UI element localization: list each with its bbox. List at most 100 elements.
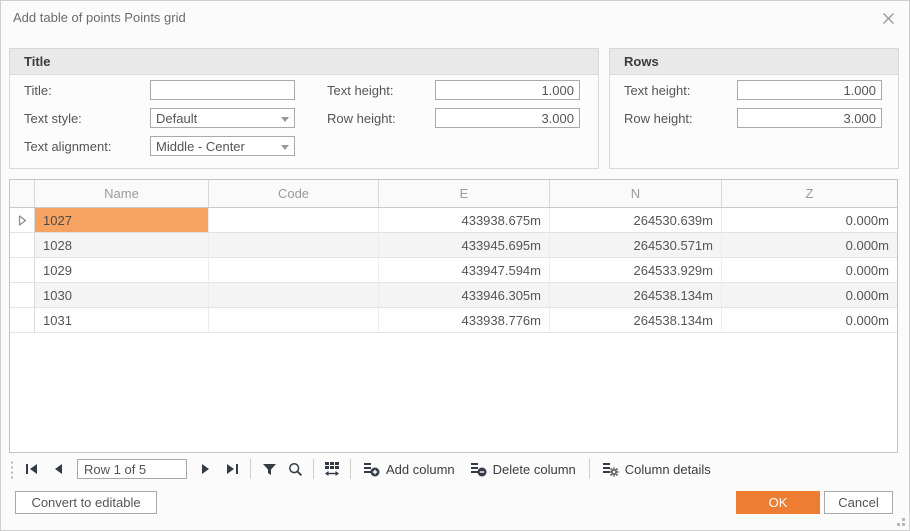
rows-row-height-input[interactable] xyxy=(737,108,882,128)
grid-navigator-toolbar: Add column Delete column Column details xyxy=(9,456,719,482)
dialog-add-table-of-points: { "window": { "title": "Add table of poi… xyxy=(0,0,910,531)
row-indicator-arrow-icon[interactable] xyxy=(10,208,35,233)
title-groupbox: Title Title: Text style: Default Text al… xyxy=(9,48,599,169)
column-details-button[interactable]: Column details xyxy=(595,458,719,480)
rows-group-header: Rows xyxy=(610,49,898,75)
title-label: Title: xyxy=(24,83,150,98)
text-style-dropdown[interactable]: Default xyxy=(150,108,295,128)
title-input[interactable] xyxy=(150,80,295,100)
title-text-height-input[interactable] xyxy=(435,80,580,100)
column-plus-icon xyxy=(364,462,380,477)
convert-to-editable-button[interactable]: Convert to editable xyxy=(15,491,157,514)
title-row-height-input[interactable] xyxy=(435,108,580,128)
grid-cell-e[interactable]: 433947.594m xyxy=(379,258,550,283)
search-icon[interactable] xyxy=(282,458,308,480)
grid-cell-code[interactable] xyxy=(209,283,379,308)
record-position-input[interactable] xyxy=(77,459,187,479)
grid-row-selector-cell[interactable] xyxy=(10,283,35,308)
resize-grip-icon[interactable] xyxy=(892,513,906,527)
points-grid: NameCodeENZ 1027433938.675m264530.639m0.… xyxy=(9,179,898,453)
filter-funnel-icon[interactable] xyxy=(256,458,282,480)
rows-text-height-label: Text height: xyxy=(624,83,737,98)
add-column-label: Add column xyxy=(386,462,455,477)
grid-cell-z[interactable]: 0.000m xyxy=(722,258,897,283)
grid-cell-z[interactable]: 0.000m xyxy=(722,308,897,333)
grid-row: 1031 433938.776m264538.134m0.000m xyxy=(10,308,897,333)
grid-cell-name[interactable]: 1029 xyxy=(35,258,209,283)
text-alignment-label: Text alignment: xyxy=(24,139,150,154)
grid-cell-e[interactable]: 433938.776m xyxy=(379,308,550,333)
chevron-down-icon xyxy=(281,117,289,122)
toolbar-separator xyxy=(589,459,590,479)
grid-cell-code[interactable] xyxy=(209,208,379,233)
window-title: Add table of points Points grid xyxy=(13,10,186,25)
grid-header-cell-e[interactable]: E xyxy=(379,180,550,207)
grid-row: 1028 433945.695m264530.571m0.000m xyxy=(10,233,897,258)
rows-groupbox: Rows Text height: Row height: xyxy=(609,48,899,169)
text-style-value: Default xyxy=(156,111,197,126)
grid-cell-e[interactable]: 433945.695m xyxy=(379,233,550,258)
grid-cell-n[interactable]: 264530.571m xyxy=(550,233,722,258)
text-alignment-dropdown[interactable]: Middle - Center xyxy=(150,136,295,156)
grid-cell-z[interactable]: 0.000m xyxy=(722,208,897,233)
best-fit-columns-icon[interactable] xyxy=(319,458,345,480)
last-record-icon[interactable] xyxy=(219,458,245,480)
grid-row-selector-cell[interactable] xyxy=(10,308,35,333)
grid-cell-code[interactable] xyxy=(209,258,379,283)
grid-cell-e[interactable]: 433946.305m xyxy=(379,283,550,308)
toolbar-separator xyxy=(350,459,351,479)
grid-cell-z[interactable]: 0.000m xyxy=(722,233,897,258)
grid-cell-n[interactable]: 264533.929m xyxy=(550,258,722,283)
grid-header-cell-n[interactable]: N xyxy=(550,180,722,207)
toolbar-separator xyxy=(313,459,314,479)
chevron-down-icon xyxy=(281,145,289,150)
add-column-button[interactable]: Add column xyxy=(356,458,463,480)
grid-cell-name[interactable]: 1027 xyxy=(35,208,209,233)
grid-cell-n[interactable]: 264530.639m xyxy=(550,208,722,233)
delete-column-label: Delete column xyxy=(493,462,576,477)
grid-cell-name[interactable]: 1030 xyxy=(35,283,209,308)
close-icon[interactable] xyxy=(879,9,897,27)
previous-record-icon[interactable] xyxy=(45,458,71,480)
column-minus-icon xyxy=(471,462,487,477)
grid-cell-z[interactable]: 0.000m xyxy=(722,283,897,308)
grid-header-cell-name[interactable]: Name xyxy=(35,180,209,207)
grid-cell-e[interactable]: 433938.675m xyxy=(379,208,550,233)
grid-cell-n[interactable]: 264538.134m xyxy=(550,308,722,333)
next-record-icon[interactable] xyxy=(193,458,219,480)
grid-cell-code[interactable] xyxy=(209,233,379,258)
cancel-label: Cancel xyxy=(838,495,878,510)
grid-header-row: NameCodeENZ xyxy=(10,180,897,208)
window-titlebar: Add table of points Points grid xyxy=(1,1,909,35)
text-style-label: Text style: xyxy=(24,111,150,126)
toolbar-separator xyxy=(250,459,251,479)
column-details-label: Column details xyxy=(625,462,711,477)
ok-label: OK xyxy=(769,495,788,510)
grid-header-selector-cell[interactable] xyxy=(10,180,35,207)
grid-header-cell-z[interactable]: Z xyxy=(722,180,897,207)
grid-cell-code[interactable] xyxy=(209,308,379,333)
grid-row: 1029 433947.594m264533.929m0.000m xyxy=(10,258,897,283)
grid-cell-name[interactable]: 1031 xyxy=(35,308,209,333)
toolbar-drag-handle-icon[interactable] xyxy=(9,459,15,479)
rows-text-height-input[interactable] xyxy=(737,80,882,100)
grid-body: 1027433938.675m264530.639m0.000m10284339… xyxy=(10,208,897,333)
ok-button[interactable]: OK xyxy=(736,491,820,514)
cancel-button[interactable]: Cancel xyxy=(824,491,893,514)
grid-row: 1027 433938.675m264530.639m0.000m xyxy=(10,208,897,233)
text-alignment-value: Middle - Center xyxy=(156,139,245,154)
grid-row: 1030 433946.305m264538.134m0.000m xyxy=(10,283,897,308)
grid-row-selector-cell[interactable] xyxy=(10,258,35,283)
title-row-height-label: Row height: xyxy=(327,111,435,126)
title-text-height-label: Text height: xyxy=(327,83,435,98)
grid-cell-n[interactable]: 264538.134m xyxy=(550,283,722,308)
grid-header-cell-code[interactable]: Code xyxy=(209,180,379,207)
convert-to-editable-label: Convert to editable xyxy=(31,495,140,510)
column-gear-icon xyxy=(603,462,619,477)
delete-column-button[interactable]: Delete column xyxy=(463,458,584,480)
grid-row-selector-cell[interactable] xyxy=(10,233,35,258)
title-group-header: Title xyxy=(10,49,598,75)
first-record-icon[interactable] xyxy=(19,458,45,480)
rows-row-height-label: Row height: xyxy=(624,111,737,126)
grid-cell-name[interactable]: 1028 xyxy=(35,233,209,258)
